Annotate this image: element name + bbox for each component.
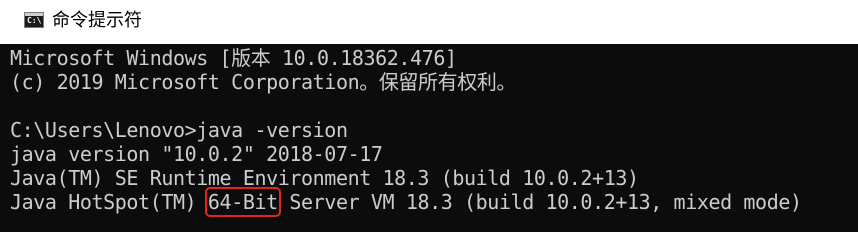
console-line: (c) 2019 Microsoft Corporation。保留所有权利。 [10, 70, 517, 94]
command-prompt-window: C:\ 命令提示符 Microsoft Windows [版本 10.0.183… [0, 0, 858, 232]
console-output[interactable]: Microsoft Windows [版本 10.0.18362.476] (c… [0, 44, 858, 232]
highlighted-64-bit-text: 64-Bit [204, 187, 281, 217]
console-line: Java HotSpot(TM) 64-Bit Server VM 18.3 (… [10, 187, 802, 217]
console-text: Server VM 18.3 (build 10.0.2+13, mixed m… [277, 190, 802, 214]
console-line: Java(TM) SE Runtime Environment 18.3 (bu… [10, 166, 639, 190]
console-command-line: C:\Users\Lenovo>java -version [10, 118, 348, 142]
console-line: java version "10.0.2" 2018-07-17 [10, 142, 383, 166]
window-title: 命令提示符 [52, 10, 142, 31]
console-text: Java HotSpot(TM) [10, 190, 208, 214]
console-line: Microsoft Windows [版本 10.0.18362.476] [10, 46, 457, 70]
title-bar[interactable]: C:\ 命令提示符 [0, 0, 858, 44]
command-prompt-icon: C:\ [24, 12, 44, 28]
